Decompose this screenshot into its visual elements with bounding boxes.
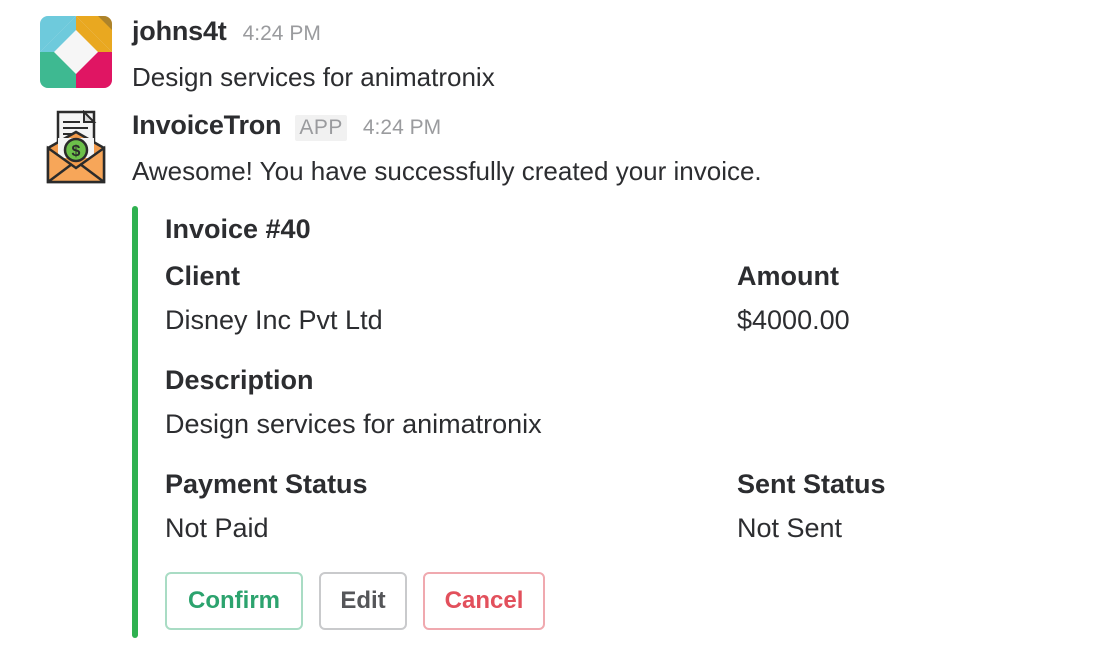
message-body: johns4t 4:24 PM Design services for anim… [132, 16, 1080, 94]
svg-text:$: $ [72, 143, 81, 160]
invoice-envelope-icon: $ [46, 110, 106, 184]
field-value: Not Sent [737, 513, 843, 543]
username[interactable]: johns4t [132, 16, 227, 47]
message-body: InvoiceTron APP 4:24 PM Awesome! You hav… [132, 110, 1080, 188]
edit-button[interactable]: Edit [319, 572, 407, 630]
field-amount: Amount $4000.00 [737, 260, 850, 336]
slack-logo-avatar-icon [40, 16, 112, 88]
message-header: johns4t 4:24 PM [132, 16, 1080, 56]
field-value: Design services for animatronix [165, 409, 542, 439]
app-badge: APP [295, 115, 347, 141]
user-avatar[interactable] [40, 16, 112, 88]
field-label: Description [165, 365, 314, 395]
message-header: InvoiceTron APP 4:24 PM [132, 110, 1080, 150]
timestamp[interactable]: 4:24 PM [363, 116, 441, 140]
message-text: Design services for animatronix [132, 62, 495, 92]
invoice-attachment: Invoice #40 Client Disney Inc Pvt Ltd Am… [132, 206, 1032, 640]
field-label: Amount [737, 261, 839, 291]
bot-name[interactable]: InvoiceTron [132, 110, 282, 141]
field-value: $4000.00 [737, 305, 850, 335]
field-label: Payment Status [165, 469, 368, 499]
field-sent-status: Sent Status Not Sent [737, 468, 886, 544]
field-label: Client [165, 261, 241, 291]
action-buttons: Confirm Edit Cancel [165, 572, 545, 630]
cancel-button[interactable]: Cancel [423, 572, 545, 630]
field-client: Client Disney Inc Pvt Ltd [165, 260, 383, 336]
message-text: Awesome! You have successfully created y… [132, 156, 762, 186]
field-description: Description Design services for animatro… [165, 364, 542, 440]
bot-avatar[interactable]: $ [40, 110, 112, 184]
field-value: Disney Inc Pvt Ltd [165, 305, 383, 335]
field-payment-status: Payment Status Not Paid [165, 468, 368, 544]
field-value: Not Paid [165, 513, 269, 543]
confirm-button[interactable]: Confirm [165, 572, 303, 630]
invoice-title: Invoice #40 [165, 214, 311, 244]
field-label: Sent Status [737, 469, 886, 499]
attachment-color-bar [132, 206, 138, 638]
timestamp[interactable]: 4:24 PM [243, 22, 321, 46]
